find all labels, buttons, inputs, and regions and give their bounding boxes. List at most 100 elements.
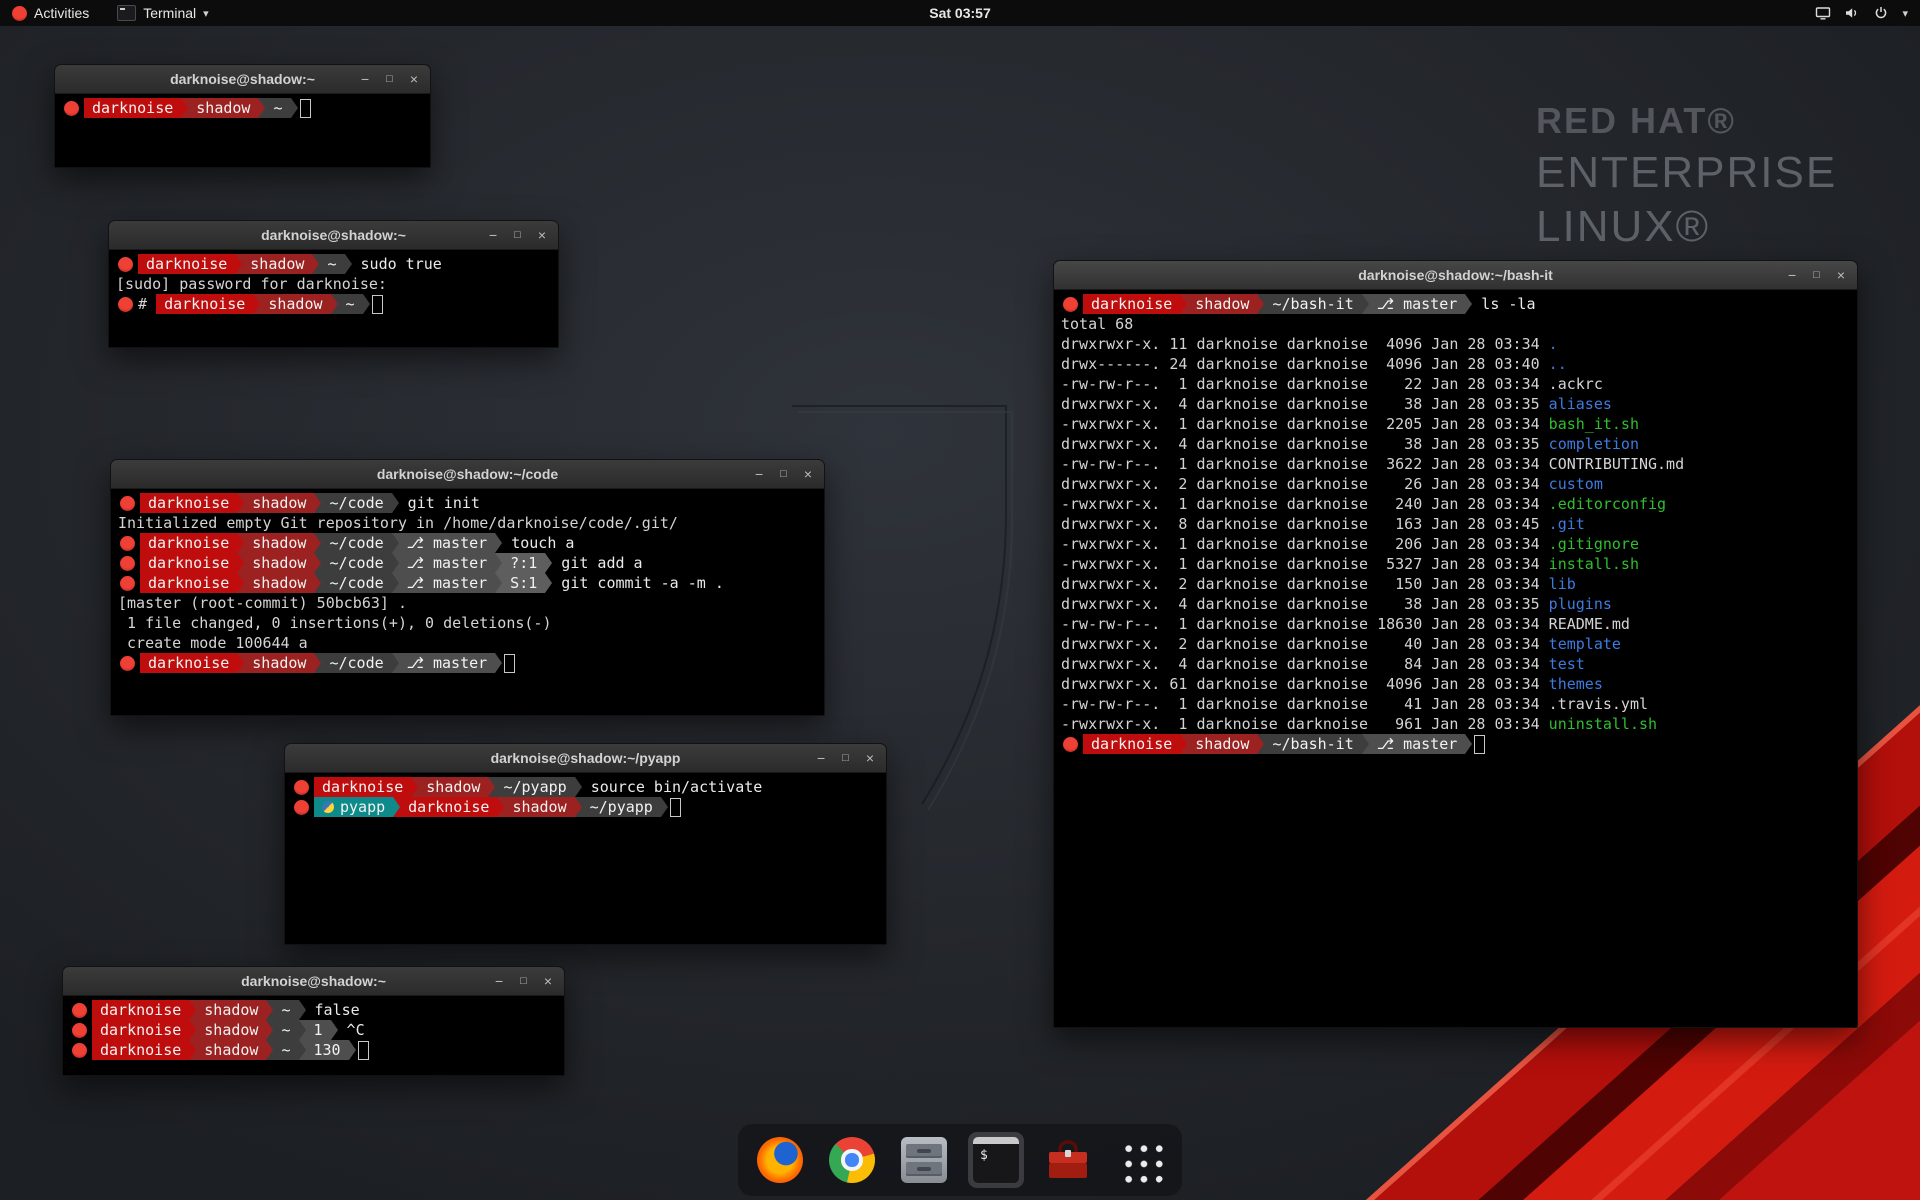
app-menu-button[interactable]: Terminal ▾ <box>113 0 212 26</box>
powerline-separator <box>237 653 244 673</box>
terminal-content[interactable]: darknoiseshadow~ sudo true[sudo] passwor… <box>109 250 558 347</box>
powerline-separator <box>189 1040 196 1060</box>
executable-name: install.sh <box>1549 554 1639 574</box>
chrome-icon[interactable] <box>824 1132 880 1188</box>
prompt-user-segment: darknoise <box>138 254 235 274</box>
powerline-separator <box>392 533 399 553</box>
terminal-line: [master (root-commit) 50bcb63] . <box>118 593 817 613</box>
prompt-venv-segment: pyapp <box>314 797 393 817</box>
minimize-button[interactable]: − <box>489 221 497 249</box>
powerline-separator <box>314 653 321 673</box>
toolbox-logo <box>1045 1137 1091 1183</box>
terminal-line: drwxrwxr-x. 4 darknoise darknoise 38 Jan… <box>1061 594 1850 614</box>
command-text: git commit -a -m . <box>552 573 724 593</box>
maximize-button[interactable]: □ <box>780 460 787 488</box>
terminal-line: create mode 100644 a <box>118 633 817 653</box>
maximize-button[interactable]: □ <box>514 221 521 249</box>
activities-button[interactable]: Activities <box>8 0 93 26</box>
window-title: darknoise@shadow:~ <box>261 227 406 243</box>
terminal-icon[interactable]: $ <box>968 1132 1024 1188</box>
terminal-content[interactable]: darknoiseshadow~/code git initInitialize… <box>111 489 824 715</box>
prompt-host-segment: shadow <box>244 653 314 673</box>
maximize-button[interactable]: □ <box>1813 261 1820 289</box>
powerline-separator <box>235 254 242 274</box>
maximize-button[interactable]: □ <box>520 967 527 995</box>
app-grid-icon[interactable] <box>1112 1132 1168 1188</box>
close-button[interactable]: × <box>410 65 418 93</box>
terminal-output-text: -rw-rw-r--. 1 darknoise darknoise 3622 J… <box>1061 454 1684 474</box>
powerline-separator <box>237 493 244 513</box>
prompt-host-segment: shadow <box>504 797 574 817</box>
toolbox-icon[interactable] <box>1040 1132 1096 1188</box>
terminal-content[interactable]: darknoiseshadow~/pyapp source bin/activa… <box>285 773 886 944</box>
powerline-separator <box>331 1020 338 1040</box>
terminal-output-text: -rw-rw-r--. 1 darknoise darknoise 41 Jan… <box>1061 694 1648 714</box>
close-button[interactable]: × <box>1837 261 1845 289</box>
firefox-icon[interactable] <box>752 1132 808 1188</box>
prompt-git-segment: ⎇ master <box>1369 734 1466 754</box>
prompt-host-segment: shadow <box>196 1020 266 1040</box>
terminal-cursor <box>1474 735 1485 754</box>
redhat-prompt-icon <box>120 536 135 551</box>
directory-name: completion <box>1549 434 1639 454</box>
prompt-user-segment: darknoise <box>156 294 253 314</box>
window-titlebar[interactable]: darknoise@shadow:~ − □ × <box>109 221 558 250</box>
terminal-line: -rw-rw-r--. 1 darknoise darknoise 41 Jan… <box>1061 694 1850 714</box>
close-button[interactable]: × <box>804 460 812 488</box>
files-icon[interactable] <box>896 1132 952 1188</box>
window-titlebar[interactable]: darknoise@shadow:~ − □ × <box>63 967 564 996</box>
terminal-window-code: darknoise@shadow:~/code − □ × darknoise s… <box>110 459 825 716</box>
terminal-content[interactable]: darknoiseshadow~ falsedarknoiseshadow~1 … <box>63 996 564 1075</box>
redhat-prompt-icon <box>1063 737 1078 752</box>
maximize-button[interactable]: □ <box>386 65 393 93</box>
command-text: git init <box>399 493 480 513</box>
window-titlebar[interactable]: darknoise@shadow:~/bash-it − □ × <box>1054 261 1857 290</box>
terminal-cursor <box>504 654 515 673</box>
prompt-user-segment: darknoise <box>140 573 237 593</box>
redhat-logo-icon <box>12 6 27 21</box>
minimize-button[interactable]: − <box>495 967 503 995</box>
window-titlebar[interactable]: darknoise@shadow:~/pyapp − □ × <box>285 744 886 773</box>
clock[interactable]: Sat 03:57 <box>929 5 990 21</box>
executable-name: uninstall.sh <box>1549 714 1657 734</box>
prompt-exit-code-segment: 130 <box>306 1040 349 1060</box>
powerline-separator <box>314 493 321 513</box>
directory-name: template <box>1549 634 1621 654</box>
minimize-button[interactable]: − <box>817 744 825 772</box>
terminal-output-text: drwxrwxr-x. 8 darknoise darknoise 163 Ja… <box>1061 514 1549 534</box>
window-titlebar[interactable]: darknoise@shadow:~ − □ × <box>55 65 430 94</box>
terminal-content[interactable]: darknoiseshadow~ <box>55 94 430 167</box>
terminal-output-text: drwx------. 24 darknoise darknoise 4096 … <box>1061 354 1549 374</box>
close-button[interactable]: × <box>538 221 546 249</box>
prompt-path-segment: ~/code <box>321 553 391 573</box>
system-status-area[interactable]: ▾ <box>1811 0 1912 26</box>
power-icon <box>1873 5 1889 21</box>
redhat-prompt-icon <box>64 101 79 116</box>
minimize-button[interactable]: − <box>755 460 763 488</box>
terminal-line: drwxrwxr-x. 4 darknoise darknoise 38 Jan… <box>1061 394 1850 414</box>
terminal-line: drwxrwxr-x. 8 darknoise darknoise 163 Ja… <box>1061 514 1850 534</box>
minimize-button[interactable]: − <box>361 65 369 93</box>
terminal-line: drwxrwxr-x. 2 darknoise darknoise 150 Ja… <box>1061 574 1850 594</box>
powerline-separator <box>575 797 582 817</box>
cabinet-drawer <box>906 1162 942 1176</box>
dock: $ <box>738 1124 1182 1196</box>
terminal-line: drwx------. 24 darknoise darknoise 4096 … <box>1061 354 1850 374</box>
chevron-down-icon: ▾ <box>203 7 209 20</box>
terminal-output-text: create mode 100644 a <box>118 633 308 653</box>
app-menu-label: Terminal <box>143 5 196 21</box>
terminal-output-text: [sudo] password for darknoise: <box>116 274 396 294</box>
maximize-button[interactable]: □ <box>842 744 849 772</box>
powerline-separator <box>237 553 244 573</box>
directory-name: custom <box>1549 474 1603 494</box>
terminal-window-home-2: darknoise@shadow:~ − □ × darknoiseshadow… <box>62 966 565 1076</box>
command-text: ^C <box>338 1020 365 1040</box>
terminal-content[interactable]: darknoiseshadow~/bash-it⎇ master ls -lat… <box>1054 290 1857 1027</box>
prompt-path-segment: ~ <box>273 1020 298 1040</box>
window-titlebar[interactable]: darknoise@shadow:~/code − □ × <box>111 460 824 489</box>
minimize-button[interactable]: − <box>1788 261 1796 289</box>
close-button[interactable]: × <box>866 744 874 772</box>
command-text: false <box>306 1000 360 1020</box>
close-button[interactable]: × <box>544 967 552 995</box>
terminal-line: drwxrwxr-x. 4 darknoise darknoise 84 Jan… <box>1061 654 1850 674</box>
